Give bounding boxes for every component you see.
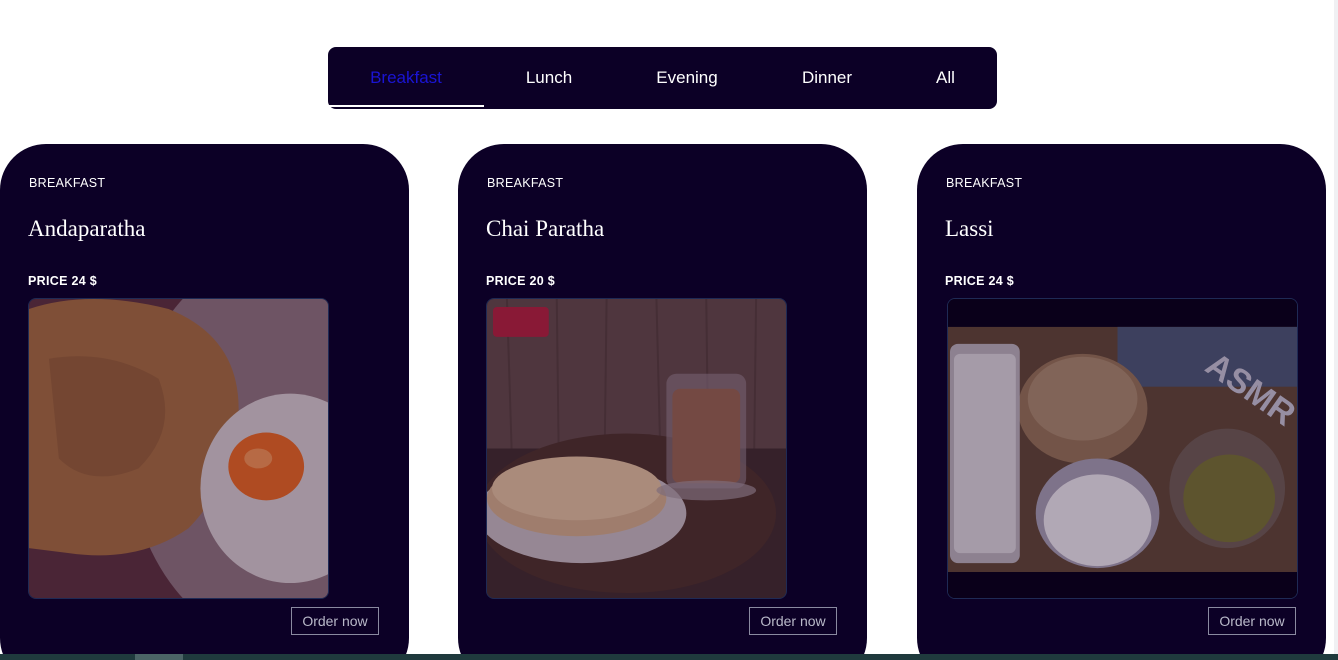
dish-name: Chai Paratha bbox=[486, 216, 605, 241]
tab-breakfast[interactable]: Breakfast bbox=[328, 47, 484, 109]
dish-name: Lassi bbox=[945, 216, 994, 241]
dish-name: Andaparatha bbox=[28, 216, 146, 241]
dish-price: PRICE 20 $ bbox=[486, 274, 556, 288]
chai-paratha-photo bbox=[486, 298, 787, 599]
andaparatha-photo bbox=[28, 298, 329, 599]
horizontal-scrollbar[interactable] bbox=[0, 654, 1338, 660]
menu-card: BREAKFAST Chai Paratha PRICE 20 $ Order … bbox=[458, 144, 867, 660]
card-category: BREAKFAST bbox=[487, 176, 564, 190]
tab-evening[interactable]: Evening bbox=[614, 47, 760, 109]
order-now-button[interactable]: Order now bbox=[291, 607, 379, 635]
vertical-scrollbar-track[interactable] bbox=[1334, 0, 1338, 654]
dish-price: PRICE 24 $ bbox=[945, 274, 1015, 288]
tab-lunch[interactable]: Lunch bbox=[484, 47, 614, 109]
horizontal-scrollbar-thumb[interactable] bbox=[135, 654, 183, 660]
card-category: BREAKFAST bbox=[29, 176, 106, 190]
menu-card: BREAKFAST Andaparatha PRICE 24 $ Order n… bbox=[0, 144, 409, 660]
lassi-photo: ASMR bbox=[947, 298, 1298, 599]
page: Breakfast Lunch Evening Dinner All BREAK… bbox=[0, 0, 1338, 660]
tab-all[interactable]: All bbox=[894, 47, 997, 109]
order-now-button[interactable]: Order now bbox=[749, 607, 837, 635]
menu-card: BREAKFAST Lassi PRICE 24 $ ASMR Order no… bbox=[917, 144, 1326, 660]
card-category: BREAKFAST bbox=[946, 176, 1023, 190]
order-now-button[interactable]: Order now bbox=[1208, 607, 1296, 635]
dish-price: PRICE 24 $ bbox=[28, 274, 98, 288]
tab-dinner[interactable]: Dinner bbox=[760, 47, 894, 109]
meal-tab-bar: Breakfast Lunch Evening Dinner All bbox=[328, 47, 997, 109]
